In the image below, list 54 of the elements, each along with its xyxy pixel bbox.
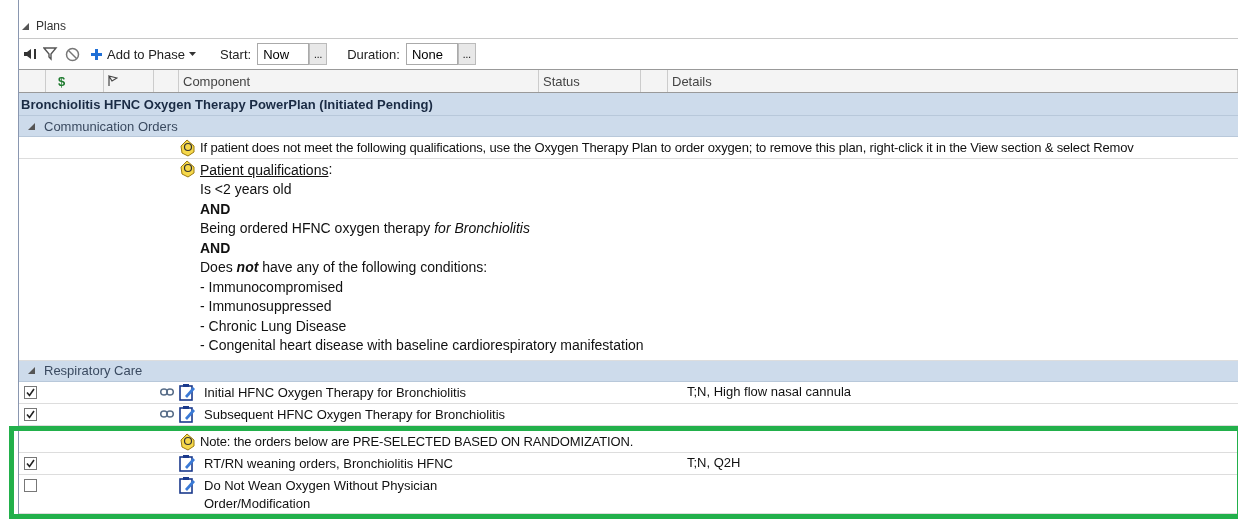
clipboard-pencil-icon [178,453,196,472]
qualification-text: - Congenital heart disease with baseline cardiorespiratory manifestation [200,336,644,355]
clipboard-pencil-icon [178,475,196,494]
chain-link-icon [160,409,174,418]
collapse-icon[interactable] [21,21,30,31]
order-checkbox[interactable] [24,478,37,492]
qualification-text: Does not have any of the following conditions: [200,258,489,277]
plan-title: Bronchiolitis HFNC Oxygen Therapy PowerPlan (Initiated Pending) [19,93,1238,116]
order-details: T;N, Q2H [687,454,741,470]
plus-icon [90,47,103,61]
clipboard-pencil-icon [178,404,196,423]
section-title: Communication Orders [44,118,178,134]
qualification-text: - Chronic Lung Disease [200,316,348,336]
note-icon [178,159,197,178]
caret-icon [189,51,197,57]
filter-icon[interactable] [43,46,59,62]
order-checkbox[interactable] [24,385,37,399]
duration-label: Duration: [347,46,400,62]
chain-link-icon [160,387,174,396]
note-icon [178,138,197,157]
order-name: Initial HFNC Oxygen Therapy for Bronchiolitis [204,383,468,402]
panel-title: Plans [36,19,67,33]
section-title: Respiratory Care [44,363,143,378]
qualification-text: - Immunosuppressed [200,297,333,316]
note-text: Note: the orders below are PRE-SELECTED BASED ON RANDOMIZATION. [200,433,634,449]
add-to-phase-button[interactable]: Add to Phase [86,46,201,62]
condition-heading: AND [200,238,232,258]
component-column-header[interactable]: Component [183,73,251,89]
order-name: RT/RN weaning orders, Bronchiolitis HFNC [204,454,454,473]
note-text: If patient does not meet the following qualifications, use the Oxygen Therapy Plan to order oxygen; to remove this plan, right-click it in the View section & select Remov [200,140,1134,155]
status-column-header[interactable]: Status [543,73,580,89]
order-name: Subsequent HFNC Oxygen Therapy for Bronchiolitis [204,405,507,424]
cost-column-header[interactable]: $ [58,73,66,89]
flag-icon[interactable] [108,75,118,87]
qualification-text: Is <2 years old [200,180,293,199]
duration-field[interactable]: None [405,43,458,65]
start-field[interactable]: Now [257,43,310,65]
order-details: T;N, High flow nasal cannula [687,383,852,399]
browse-button[interactable]: ... [309,43,328,65]
colon-text: : [328,161,333,177]
qualification-text: - Immunocompromised [200,277,345,297]
order-checkbox[interactable] [24,456,37,470]
clipboard-pencil-icon [178,382,196,401]
order-checkbox[interactable] [24,407,37,421]
note-icon [178,431,197,451]
collapse-icon[interactable] [27,121,36,131]
condition-heading: AND [200,199,232,219]
order-name: Do Not Wean Oxygen Without Physician Order/Modification [204,476,439,513]
qualification-text: Being ordered HFNC oxygen therapy for Bronchiolitis [200,219,531,238]
speaker-icon[interactable] [23,47,37,61]
cancel-icon[interactable] [65,46,80,62]
collapse-icon[interactable] [27,366,36,375]
start-label: Start: [220,46,252,62]
details-column-header[interactable]: Details [672,73,712,89]
